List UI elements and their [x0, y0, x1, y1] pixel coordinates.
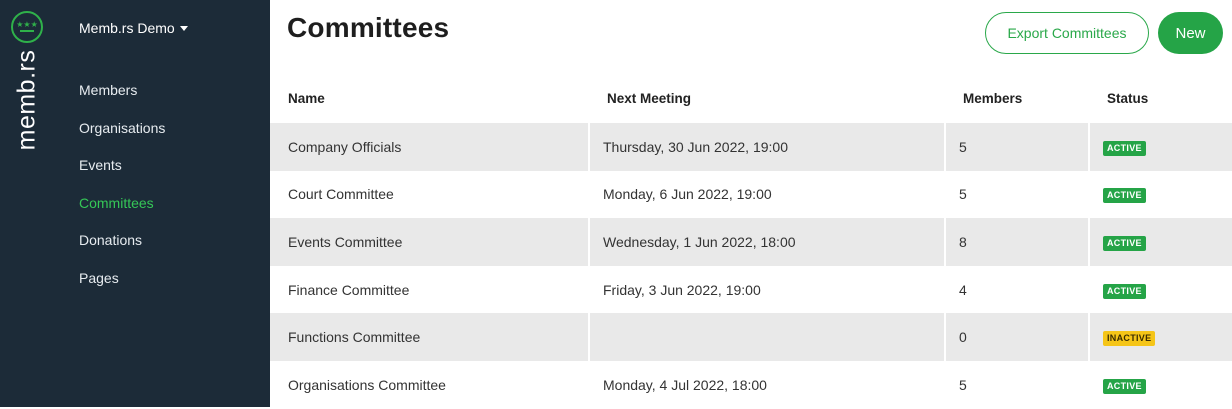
status-badge: INACTIVE — [1103, 331, 1156, 347]
status-cell: ACTIVE — [1088, 123, 1232, 171]
sidebar-item-organisations[interactable]: Organisations — [79, 119, 165, 157]
status-badge: ACTIVE — [1103, 283, 1146, 299]
org-switcher-label: Memb.rs Demo — [79, 20, 175, 36]
logo-wordmark: memb.rs — [12, 49, 41, 151]
table-header-row: Name Next Meeting Members Status — [270, 73, 1232, 123]
sidebar: Memb.rs Demo Members Organisations Event… — [60, 0, 270, 407]
brand-rail: ★★★ memb.rs — [0, 0, 60, 407]
sidebar-item-events[interactable]: Events — [79, 156, 165, 194]
status-cell: ACTIVE — [1088, 170, 1232, 219]
new-committee-button[interactable]: New — [1158, 12, 1223, 54]
table-row[interactable]: Finance Committee Friday, 3 Jun 2022, 19… — [270, 265, 1232, 314]
status-badge: ACTIVE — [1103, 235, 1146, 251]
committee-name[interactable]: Company Officials — [270, 123, 589, 171]
committee-name[interactable]: Functions Committee — [270, 313, 589, 361]
member-count: 5 — [944, 360, 1089, 409]
sidebar-nav: Members Organisations Events Committees … — [79, 81, 165, 307]
table-row[interactable]: Functions Committee 0 INACTIVE — [270, 313, 1232, 361]
status-cell: ACTIVE — [1088, 265, 1232, 314]
export-committees-button[interactable]: Export Committees — [985, 12, 1149, 54]
next-meeting: Monday, 6 Jun 2022, 19:00 — [588, 170, 945, 219]
sidebar-item-members[interactable]: Members — [79, 81, 165, 119]
org-switcher[interactable]: Memb.rs Demo — [79, 20, 188, 36]
member-count: 8 — [944, 218, 1089, 266]
column-header-next-meeting[interactable]: Next Meeting — [589, 73, 945, 123]
status-cell: INACTIVE — [1088, 313, 1232, 361]
member-count: 4 — [944, 265, 1089, 314]
committee-name[interactable]: Finance Committee — [270, 265, 589, 314]
member-count: 5 — [944, 170, 1089, 219]
sidebar-item-pages[interactable]: Pages — [79, 269, 165, 307]
logo-stars: ★★★ — [16, 20, 38, 29]
status-cell: ACTIVE — [1088, 360, 1232, 409]
committee-name[interactable]: Organisations Committee — [270, 360, 589, 409]
status-cell: ACTIVE — [1088, 218, 1232, 266]
column-header-members[interactable]: Members — [945, 73, 1089, 123]
status-badge: ACTIVE — [1103, 140, 1146, 156]
page-title: Committees — [287, 12, 450, 43]
table-row[interactable]: Company Officials Thursday, 30 Jun 2022,… — [270, 123, 1232, 171]
sidebar-item-committees[interactable]: Committees — [79, 194, 165, 232]
logo-icon[interactable]: ★★★ — [11, 11, 43, 43]
next-meeting: Thursday, 30 Jun 2022, 19:00 — [588, 123, 945, 171]
main-content: Committees Export Committees New Name Ne… — [270, 0, 1232, 409]
column-header-name[interactable]: Name — [270, 73, 589, 123]
committee-name[interactable]: Events Committee — [270, 218, 589, 266]
next-meeting: Wednesday, 1 Jun 2022, 18:00 — [588, 218, 945, 266]
table-row[interactable]: Organisations Committee Monday, 4 Jul 20… — [270, 360, 1232, 409]
logo-bar — [20, 30, 34, 32]
status-badge: ACTIVE — [1103, 378, 1146, 394]
table-row[interactable]: Court Committee Monday, 6 Jun 2022, 19:0… — [270, 170, 1232, 219]
caret-down-icon — [179, 26, 188, 31]
column-header-status[interactable]: Status — [1089, 73, 1232, 123]
member-count: 5 — [944, 123, 1089, 171]
status-badge: ACTIVE — [1103, 188, 1146, 204]
next-meeting — [588, 313, 945, 361]
table-row[interactable]: Events Committee Wednesday, 1 Jun 2022, … — [270, 218, 1232, 266]
next-meeting: Friday, 3 Jun 2022, 19:00 — [588, 265, 945, 314]
member-count: 0 — [944, 313, 1089, 361]
committees-table: Name Next Meeting Members Status Company… — [270, 73, 1232, 409]
next-meeting: Monday, 4 Jul 2022, 18:00 — [588, 360, 945, 409]
sidebar-item-donations[interactable]: Donations — [79, 231, 165, 269]
committee-name[interactable]: Court Committee — [270, 170, 589, 219]
